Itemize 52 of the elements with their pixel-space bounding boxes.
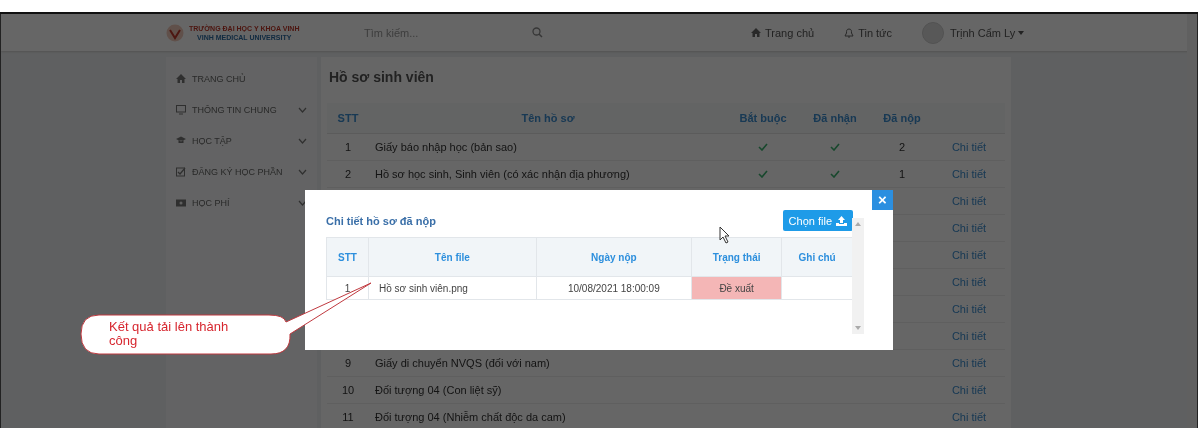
logo-icon: [166, 23, 184, 42]
nav-link[interactable]: Trang chủ: [765, 26, 815, 39]
bell-icon: [844, 27, 855, 38]
table-cell: 2: [344, 167, 352, 180]
home-icon: [751, 28, 761, 37]
choose-file-button[interactable]: Chọn file: [782, 210, 853, 231]
column-header: Ghi chú: [781, 237, 853, 277]
table-cell: 1: [344, 140, 352, 153]
home-icon: [176, 73, 186, 84]
close-button[interactable]: ×: [872, 190, 893, 210]
details-link[interactable]: Chi tiết: [951, 167, 987, 180]
sidebar-item[interactable]: THÔNG TIN CHUNG: [166, 94, 317, 125]
details-link[interactable]: Chi tiết: [951, 221, 987, 234]
column-header: STT: [326, 237, 369, 277]
banknote-icon: [176, 197, 186, 208]
details-link[interactable]: Chi tiết: [951, 194, 987, 207]
table-cell: 11: [342, 410, 354, 423]
details-link[interactable]: Chi tiết: [951, 410, 987, 423]
monitor-icon: [176, 104, 186, 115]
table-cell: 1: [344, 282, 351, 294]
search-icon: [532, 27, 543, 38]
page-title: Hồ sơ sinh viên: [329, 69, 435, 85]
table-cell: Giấy di chuyển NVQS (đối với nam): [375, 356, 550, 369]
table-cell: 2: [898, 140, 906, 153]
column-header: Trạng thái: [691, 237, 782, 277]
table-cell: Đối tượng 04 (Nhiễm chất độc da cam): [375, 410, 566, 423]
table-cell: 10: [341, 383, 355, 396]
details-link[interactable]: Chi tiết: [951, 275, 987, 288]
details-link[interactable]: Chi tiết: [951, 302, 987, 315]
details-link[interactable]: Chi tiết: [951, 140, 987, 153]
upload-icon: [836, 215, 847, 226]
column-header: Tên file: [368, 237, 537, 277]
mouse-cursor-icon: [719, 226, 731, 244]
details-link[interactable]: Chi tiết: [951, 248, 987, 261]
modal-title: Chi tiết hồ sơ đã nộp: [326, 215, 436, 227]
details-link[interactable]: Chi tiết: [951, 383, 987, 396]
table-cell: Đối tượng 04 (Con liệt sỹ): [375, 383, 502, 396]
checkbox-icon: [176, 166, 186, 177]
user-name[interactable]: Trịnh Cẩm Ly: [950, 26, 1016, 39]
table-cell: 1: [898, 167, 906, 180]
file-name: Hồ sơ sinh viên.png: [379, 282, 468, 294]
graduation-cap-icon: [176, 135, 186, 146]
details-link[interactable]: Chi tiết: [951, 356, 987, 369]
nav-link[interactable]: Tin tức: [858, 26, 892, 39]
column-header: Ngày nộp: [536, 237, 692, 277]
details-link[interactable]: Chi tiết: [951, 329, 987, 342]
table-cell: Hồ sơ học sinh, Sinh viên (có xác nhận địa phương): [375, 167, 630, 180]
table-cell: 9: [344, 356, 352, 369]
callout-text: Kết quả tải lên thành công: [109, 320, 230, 348]
table-cell: 10/08/2021 18:00:09: [567, 282, 660, 294]
caret-icon: [1018, 30, 1025, 35]
table-cell: Giấy báo nhập học (bản sao): [375, 140, 517, 153]
